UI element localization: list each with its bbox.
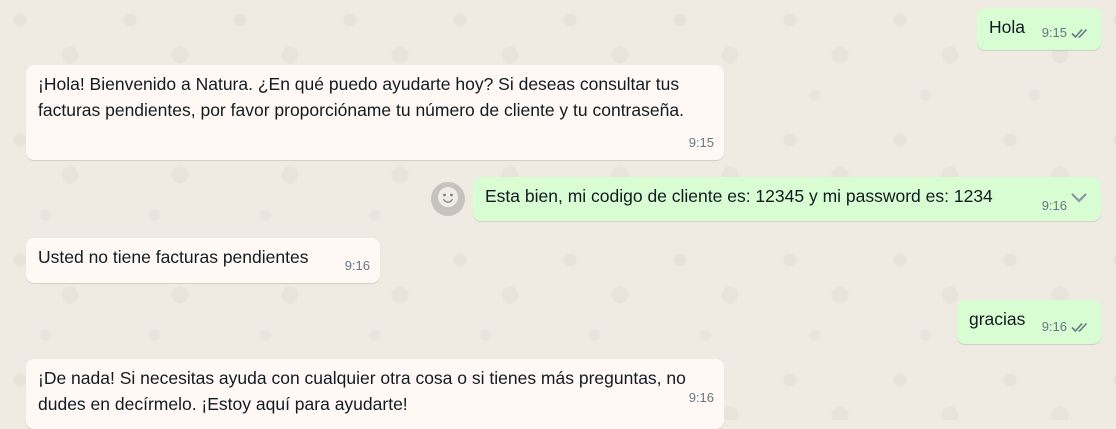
message-menu-button[interactable] <box>1067 187 1091 211</box>
react-button[interactable] <box>431 182 465 216</box>
message-bubble-outgoing[interactable]: Esta bien, mi codigo de cliente es: 1234… <box>473 177 1101 221</box>
message-bubble-outgoing[interactable]: Hola 9:15 <box>977 8 1101 50</box>
message-time: 9:16 <box>688 390 714 405</box>
message-bubble-outgoing[interactable]: gracias 9:16 <box>957 300 1101 344</box>
message-meta: 9:16 <box>1042 314 1091 340</box>
message-time: 9:15 <box>1041 25 1067 40</box>
message-text: Hola <box>989 17 1025 37</box>
message-text: ¡De nada! Si necesitas ayuda con cualqui… <box>38 368 686 414</box>
message-time: 9:16 <box>1041 198 1067 213</box>
message-meta: 9:16 <box>689 385 714 411</box>
message-meta: 9:15 <box>1042 20 1091 46</box>
smiley-icon <box>437 186 459 213</box>
message-time: 9:15 <box>688 135 714 150</box>
double-check-icon <box>1071 27 1091 39</box>
message-meta: 9:16 <box>1042 193 1067 219</box>
message-bubble-incoming[interactable]: ¡De nada! Si necesitas ayuda con cualqui… <box>26 359 724 429</box>
message-bubble-incoming[interactable]: ¡Hola! Bienvenido a Natura. ¿En qué pued… <box>26 65 724 160</box>
chevron-down-icon <box>1069 186 1089 212</box>
message-bubble-incoming[interactable]: Usted no tiene facturas pendientes 9:16 <box>26 238 380 283</box>
message-meta: 9:15 <box>689 130 714 156</box>
message-time: 9:16 <box>344 258 370 273</box>
message-text: Esta bien, mi codigo de cliente es: 1234… <box>485 186 993 206</box>
message-text: Usted no tiene facturas pendientes <box>38 247 309 267</box>
message-text: ¡Hola! Bienvenido a Natura. ¿En qué pued… <box>38 74 684 120</box>
message-meta: 9:16 <box>345 253 370 279</box>
double-check-icon <box>1071 321 1091 333</box>
message-time: 9:16 <box>1041 319 1067 334</box>
message-text: gracias <box>969 309 1026 329</box>
